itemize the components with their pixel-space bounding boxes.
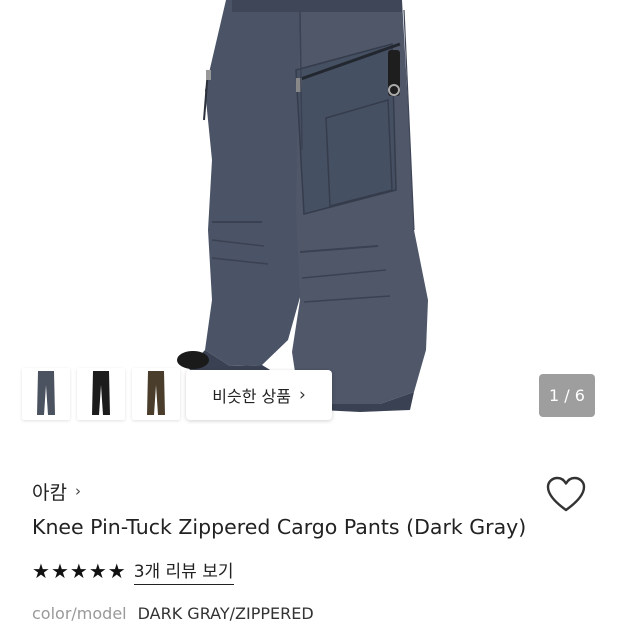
option-row: color/model DARK GRAY/ZIPPERED: [32, 604, 314, 623]
star-icon: ★: [107, 559, 126, 583]
option-label: color/model: [32, 604, 127, 623]
chevron-right-icon: ›: [298, 384, 306, 405]
rating-row: ★ ★ ★ ★ ★ 3개 리뷰 보기: [32, 557, 234, 585]
chevron-right-icon: ›: [74, 482, 81, 500]
thumbnail-black[interactable]: [77, 368, 125, 420]
product-photo: [177, 0, 428, 412]
star-icon: ★: [50, 559, 69, 583]
product-title: Knee Pin-Tuck Zippered Cargo Pants (Dark…: [32, 515, 527, 539]
star-icon: ★: [88, 559, 107, 583]
pants-thumbnail-icon: [92, 371, 110, 415]
pants-thumbnail-icon: [37, 371, 55, 415]
thumbnail-dark-gray[interactable]: [22, 368, 70, 420]
view-reviews-link[interactable]: 3개 리뷰 보기: [133, 557, 234, 585]
brand-link[interactable]: 아캄 ›: [32, 478, 81, 504]
star-icon: ★: [69, 559, 88, 583]
similar-products-button[interactable]: 비슷한 상품 ›: [186, 370, 332, 420]
thumbnail-strip: [22, 368, 180, 420]
star-icon: ★: [32, 559, 50, 583]
similar-products-label: 비슷한 상품: [212, 387, 291, 406]
product-image-gallery[interactable]: 비슷한 상품 › 1 / 6: [0, 0, 620, 430]
heart-icon[interactable]: [546, 476, 586, 514]
brand-name: 아캄: [32, 481, 67, 504]
thumbnail-brown[interactable]: [132, 368, 180, 420]
option-value: DARK GRAY/ZIPPERED: [137, 604, 314, 623]
pants-thumbnail-icon: [147, 371, 165, 415]
star-rating: ★ ★ ★ ★ ★: [32, 561, 126, 581]
image-page-counter: 1 / 6: [539, 374, 595, 417]
